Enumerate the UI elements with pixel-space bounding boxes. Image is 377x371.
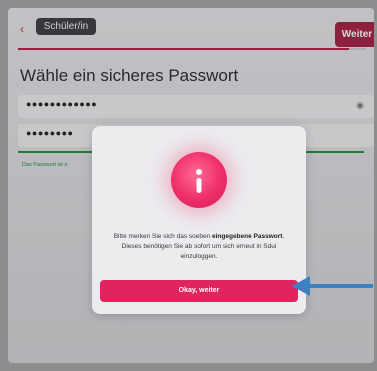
info-icon bbox=[171, 152, 227, 208]
info-dialog: Bitte merken Sie sich das soeben eingege… bbox=[92, 126, 306, 314]
arrow-left-annotation-icon bbox=[292, 276, 373, 296]
app-screen: ‹ Schüler/in Weiter Wähle ein sicheres P… bbox=[8, 8, 374, 363]
okay-continue-button[interactable]: Okay, weiter bbox=[100, 280, 298, 302]
dialog-message: Bitte merken Sie sich das soeben eingege… bbox=[113, 233, 285, 260]
